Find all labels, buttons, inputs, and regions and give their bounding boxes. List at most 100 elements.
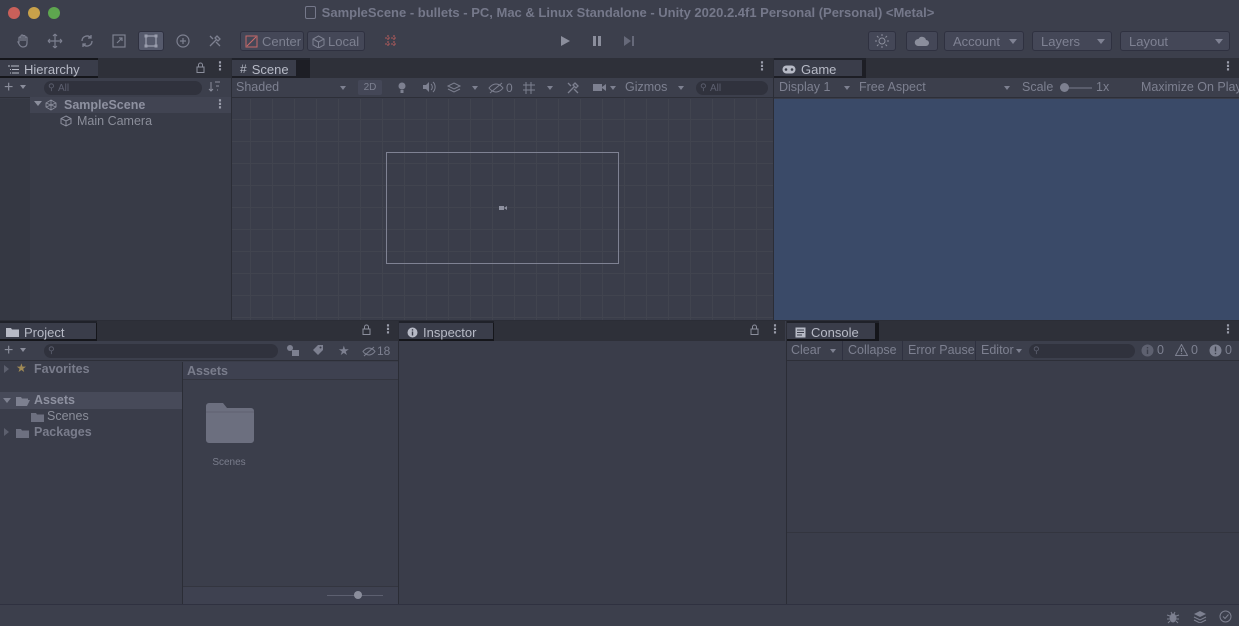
- 2d-toggle-button[interactable]: 2D: [358, 80, 382, 95]
- play-button[interactable]: [552, 31, 578, 51]
- expand-arrow-icon[interactable]: [3, 398, 11, 403]
- services-button[interactable]: [868, 31, 896, 51]
- scale-slider-thumb[interactable]: [1060, 83, 1069, 92]
- chevron-down-icon[interactable]: [20, 85, 26, 89]
- pivot-space-button[interactable]: Local: [307, 31, 365, 51]
- effects-layers-icon[interactable]: [446, 81, 462, 94]
- project-search-input[interactable]: ⚲: [44, 344, 278, 358]
- info-filter-toggle[interactable]: 0: [1141, 343, 1164, 357]
- warning-filter-toggle[interactable]: 0: [1175, 343, 1198, 357]
- tab-inspector[interactable]: Inspector: [399, 321, 494, 341]
- cache-server-icon[interactable]: [1193, 610, 1207, 623]
- chevron-down-icon[interactable]: [830, 349, 836, 353]
- display-dropdown[interactable]: Display 1: [774, 78, 850, 97]
- search-icon: ⚲: [1033, 345, 1040, 355]
- pivot-mode-button[interactable]: Center: [240, 31, 304, 51]
- inspector-menu-icon[interactable]: ⋮: [769, 322, 781, 336]
- transform-tool-icon[interactable]: [170, 31, 196, 51]
- hierarchy-menu-icon[interactable]: ⋮: [214, 59, 226, 73]
- favorite-star-icon[interactable]: ★: [338, 343, 350, 359]
- console-menu-icon[interactable]: ⋮: [1222, 322, 1234, 336]
- tab-game[interactable]: Game: [774, 58, 866, 78]
- lighting-bulb-icon[interactable]: [396, 81, 408, 94]
- editor-dropdown[interactable]: Editor: [975, 341, 1025, 360]
- icon-size-slider-thumb[interactable]: [354, 591, 362, 599]
- layers-dropdown[interactable]: Layers: [1032, 31, 1112, 51]
- asset-folder-item[interactable]: Scenes: [199, 402, 259, 472]
- lock-icon[interactable]: [194, 60, 206, 74]
- scene-viewport[interactable]: [232, 99, 773, 320]
- create-plus-icon[interactable]: +: [4, 79, 13, 97]
- layout-dropdown[interactable]: Layout: [1120, 31, 1230, 51]
- chevron-down-icon: [1215, 39, 1223, 44]
- game-viewport[interactable]: [774, 99, 1239, 320]
- draw-mode-dropdown[interactable]: Shaded: [232, 78, 350, 97]
- console-search-input[interactable]: ⚲: [1029, 344, 1135, 358]
- rect-tool-icon[interactable]: [138, 31, 164, 51]
- camera-icon[interactable]: [592, 82, 608, 93]
- expand-arrow-icon[interactable]: [34, 101, 42, 106]
- error-filter-toggle[interactable]: 0: [1209, 343, 1232, 357]
- search-by-type-icon[interactable]: [286, 344, 300, 357]
- clear-button[interactable]: Clear: [787, 341, 839, 360]
- collapse-arrow-icon[interactable]: [4, 428, 9, 436]
- console-details-divider[interactable]: [787, 532, 1239, 533]
- hand-tool-icon[interactable]: [10, 31, 36, 51]
- chevron-down-icon: [340, 86, 346, 90]
- hierarchy-item[interactable]: Main Camera: [30, 113, 231, 129]
- scene-menu-icon[interactable]: ⋮: [214, 97, 226, 111]
- tools-icon[interactable]: [566, 81, 580, 95]
- tree-item-packages[interactable]: Packages: [0, 425, 182, 441]
- chevron-down-icon[interactable]: [20, 348, 26, 352]
- maximize-on-play-button[interactable]: Maximize On Play: [1141, 80, 1239, 94]
- create-plus-icon[interactable]: +: [4, 342, 13, 360]
- gizmos-dropdown[interactable]: Gizmos: [622, 78, 690, 97]
- tree-item-assets[interactable]: Assets: [0, 392, 182, 409]
- tree-item-scenes[interactable]: Scenes: [0, 409, 182, 425]
- lock-icon[interactable]: [362, 324, 371, 335]
- progress-check-icon[interactable]: [1219, 610, 1232, 623]
- pause-button[interactable]: [584, 31, 610, 51]
- pivot-space-label: Local: [328, 33, 360, 49]
- grid-snap-icon[interactable]: [378, 31, 404, 51]
- breadcrumb-assets[interactable]: Assets: [187, 364, 228, 378]
- game-menu-icon[interactable]: ⋮: [1222, 59, 1234, 73]
- scene-search-input[interactable]: ⚲ All: [696, 81, 768, 95]
- hierarchy-search-input[interactable]: ⚲ All: [44, 81, 202, 95]
- camera-gizmo-icon[interactable]: [498, 203, 508, 212]
- collapse-toggle[interactable]: Collapse: [842, 341, 901, 360]
- search-by-label-icon[interactable]: [312, 344, 324, 356]
- tab-project[interactable]: Project: [0, 321, 97, 341]
- move-tool-icon[interactable]: [42, 31, 68, 51]
- scene-header-row[interactable]: SampleScene ⋮: [30, 97, 231, 113]
- chevron-down-icon[interactable]: [547, 86, 553, 90]
- chevron-down-icon[interactable]: [472, 86, 478, 90]
- hidden-objects-toggle[interactable]: 0: [488, 81, 513, 95]
- tab-hierarchy[interactable]: Hierarchy: [0, 58, 98, 78]
- sort-icon[interactable]: [208, 80, 222, 94]
- bug-icon[interactable]: [1166, 610, 1180, 624]
- error-pause-toggle[interactable]: Error Pause: [902, 341, 979, 360]
- project-menu-icon[interactable]: ⋮: [382, 322, 394, 336]
- scene-menu-icon[interactable]: ⋮: [756, 59, 768, 73]
- scale-tool-icon[interactable]: [106, 31, 132, 51]
- collapse-arrow-icon[interactable]: [4, 365, 9, 373]
- tab-console[interactable]: Console: [787, 321, 879, 341]
- hidden-count: 0: [506, 81, 513, 95]
- account-dropdown[interactable]: Account: [944, 31, 1024, 51]
- chevron-down-icon[interactable]: [610, 86, 616, 90]
- cloud-button[interactable]: [906, 31, 938, 51]
- tree-item-favorites[interactable]: ★ Favorites: [0, 361, 182, 378]
- console-panel: Console ⋮ Clear Collapse Error Pause Edi…: [787, 321, 1239, 604]
- tab-scene[interactable]: # Scene: [232, 58, 310, 78]
- audio-speaker-icon[interactable]: [422, 81, 436, 93]
- hierarchy-list-icon: [8, 65, 19, 73]
- grid-toggle-icon[interactable]: [522, 81, 536, 95]
- custom-tool-icon[interactable]: [202, 31, 228, 51]
- aspect-dropdown[interactable]: Free Aspect: [854, 78, 1014, 97]
- account-label: Account: [953, 33, 1000, 49]
- lock-icon[interactable]: [750, 324, 759, 335]
- step-button[interactable]: [616, 31, 642, 51]
- hidden-packages-toggle[interactable]: 18: [362, 344, 390, 358]
- rotate-tool-icon[interactable]: [74, 31, 100, 51]
